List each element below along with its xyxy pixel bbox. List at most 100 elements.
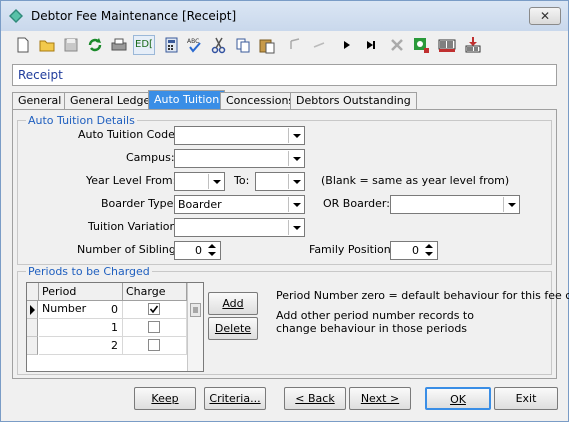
chevron-down-icon[interactable] [288, 220, 303, 235]
tab-auto-tuition[interactable]: Auto Tuition [148, 90, 226, 110]
charge-cell[interactable] [123, 319, 187, 337]
tuition-variation-label: Tuition Variation: [88, 220, 181, 233]
year-level-from-combo[interactable] [174, 172, 225, 191]
export-icon[interactable] [463, 35, 483, 55]
tab-concessions[interactable]: Concessions [220, 92, 301, 110]
chevron-down-icon[interactable] [288, 174, 303, 189]
keep-button[interactable]: Keep [134, 387, 196, 410]
scrollbar-thumb[interactable] [190, 303, 201, 317]
record-type-header: Receipt [12, 64, 557, 86]
new-document-icon[interactable] [13, 35, 33, 55]
title-bar: Debtor Fee Maintenance [Receipt] ✕ [1, 1, 568, 31]
year-level-to-label: To: [234, 174, 250, 187]
chevron-down-icon[interactable] [288, 197, 303, 212]
chevron-down-icon[interactable] [288, 151, 303, 166]
svg-text:ABC: ABC [187, 38, 199, 45]
spin-down-icon[interactable] [205, 251, 219, 258]
boarder-type-value: Boarder [178, 198, 222, 211]
save-icon[interactable] [61, 35, 81, 55]
spinner-buttons [422, 243, 436, 258]
window-title: Debtor Fee Maintenance [Receipt] [31, 9, 237, 23]
number-of-siblings-value: 0 [195, 244, 202, 257]
family-position-value: 0 [412, 244, 419, 257]
period-info-line1: Period Number zero = default behaviour f… [276, 289, 569, 302]
tab-debtors-outstanding[interactable]: Debtors Outstanding [290, 92, 417, 110]
spell-check-icon[interactable]: ABC [185, 35, 205, 55]
tuition-variation-combo[interactable] [174, 218, 305, 237]
last-record-icon[interactable] [361, 35, 381, 55]
next-record-icon[interactable] [337, 35, 357, 55]
period-number-cell[interactable]: 0 [39, 301, 123, 319]
charge-cell[interactable] [123, 337, 187, 355]
app-diamond-icon [9, 9, 23, 23]
refresh-icon[interactable] [85, 35, 105, 55]
spin-up-icon[interactable] [205, 243, 219, 250]
record-type-title: Receipt [18, 68, 63, 82]
grid-corner [27, 283, 39, 301]
delete-icon[interactable] [387, 35, 407, 55]
period-number-cell[interactable]: 2 [39, 337, 123, 355]
number-of-siblings-spinner[interactable]: 0 [174, 241, 221, 260]
delete-period-button[interactable]: Delete [208, 317, 258, 340]
campus-label: Campus: [126, 151, 175, 164]
period-number-cell[interactable]: 1 [39, 319, 123, 337]
campus-combo[interactable] [174, 149, 305, 168]
next-button[interactable]: Next > [349, 387, 411, 410]
debtor-fee-window: Debtor Fee Maintenance [Receipt] ✕ ED[ A… [0, 0, 569, 422]
charge-checkbox[interactable] [148, 321, 160, 333]
open-folder-icon[interactable] [37, 35, 57, 55]
charge-header[interactable]: Charge [123, 283, 187, 301]
redo-icon[interactable] [309, 35, 329, 55]
boarder-type-combo[interactable]: Boarder [174, 195, 305, 214]
chevron-down-icon[interactable] [208, 174, 223, 189]
periods-to-be-charged-group: Periods to be Charged Period Number Char… [17, 265, 569, 375]
tab-general[interactable]: General [12, 92, 68, 110]
year-level-to-combo[interactable] [255, 172, 305, 191]
tab-general-ledger[interactable]: General Ledger [64, 92, 161, 110]
auto-tuition-details-group: Auto Tuition Details Auto Tuition Code: … [17, 114, 552, 265]
year-level-from-label: Year Level From: [86, 174, 177, 187]
back-button[interactable]: < Back [284, 387, 346, 410]
grid-scrollbar[interactable] [187, 283, 203, 371]
close-button[interactable]: ✕ [529, 7, 561, 25]
undo-icon[interactable] [285, 35, 305, 55]
family-position-spinner[interactable]: 0 [390, 241, 438, 260]
charge-checkbox[interactable] [148, 339, 160, 351]
find-icon[interactable] [411, 35, 431, 55]
auto-tuition-panel: Auto Tuition Details Auto Tuition Code: … [12, 109, 569, 379]
row-selector-current[interactable] [27, 301, 38, 319]
charge-checkbox[interactable] [148, 303, 160, 315]
calculator-icon[interactable] [161, 35, 181, 55]
periods-grid: Period Number Charge 0 1 2 [26, 282, 204, 372]
number-of-siblings-label: Number of Siblings: [77, 243, 186, 256]
add-period-button[interactable]: Add [208, 292, 258, 315]
or-boarder-combo[interactable] [390, 195, 520, 214]
spin-up-icon[interactable] [422, 243, 436, 250]
cut-icon[interactable] [209, 35, 229, 55]
spin-down-icon[interactable] [422, 251, 436, 258]
chevron-down-icon[interactable] [503, 197, 518, 212]
barcode-icon[interactable] [437, 35, 457, 55]
ok-button[interactable]: OK [425, 387, 491, 410]
exit-button[interactable]: Exit [494, 387, 558, 410]
year-level-note: (Blank = same as year level from) [321, 174, 510, 187]
row-selector[interactable] [27, 337, 38, 355]
paste-icon[interactable] [257, 35, 277, 55]
auto-tuition-code-combo[interactable] [174, 126, 305, 145]
copy-icon[interactable] [233, 35, 253, 55]
print-icon[interactable] [109, 35, 129, 55]
spinner-buttons [205, 243, 219, 258]
chevron-down-icon[interactable] [288, 128, 303, 143]
criteria-button[interactable]: Criteria... [204, 387, 266, 410]
edit-mode-icon[interactable]: ED[ [133, 35, 155, 55]
family-position-label: Family Position: [309, 243, 395, 256]
period-info-line2: Add other period number records to chang… [276, 309, 474, 335]
period-number-header[interactable]: Period Number [39, 283, 123, 315]
or-boarder-label: OR Boarder: [323, 197, 390, 210]
boarder-type-label: Boarder Type: [101, 197, 178, 210]
charge-cell[interactable] [123, 301, 187, 319]
row-selector[interactable] [27, 319, 38, 337]
auto-tuition-details-legend: Auto Tuition Details [26, 114, 137, 127]
periods-legend: Periods to be Charged [26, 265, 152, 278]
auto-tuition-code-label: Auto Tuition Code: [78, 128, 179, 141]
